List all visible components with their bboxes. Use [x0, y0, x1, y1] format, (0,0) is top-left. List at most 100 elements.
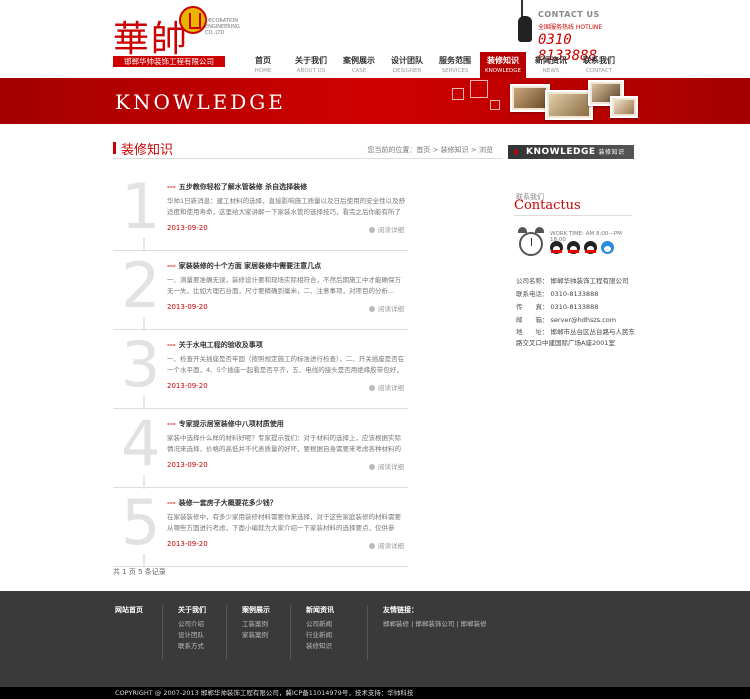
info-label: 联系电话：	[516, 290, 549, 298]
article-summary: 华帅1日新消息：建工材料的选择，直接影响施工质量以及日后使用的安全性以及舒适度和…	[167, 197, 406, 216]
nav-sublabel: SERVICES	[441, 68, 469, 74]
footer-link[interactable]: 公司新闻	[306, 619, 334, 630]
copyright: COPYRIGHT @ 2007-2013 邯郸华帅装饰工程有限公司，冀ICP备…	[0, 687, 750, 699]
read-more-link[interactable]: 阅读详细	[369, 382, 404, 392]
footer-link[interactable]: 行业新闻	[306, 630, 334, 641]
nav-item-news[interactable]: 新闻资讯 NEWS	[528, 52, 574, 78]
read-more-link[interactable]: 阅读详细	[369, 224, 404, 234]
article-title[interactable]: --- 五步教你轻松了解水管装修 杀自选择装修	[167, 182, 307, 192]
info-label: 公司名称：	[516, 277, 549, 285]
nav-label: 设计团队	[391, 56, 423, 65]
title-dash: ---	[167, 341, 176, 349]
article-title[interactable]: --- 装修一套房子大概要花多少钱？	[167, 498, 277, 508]
list-item: 4 --- 专家提示居室装修中八项材质使用 家装中选择什么样的材料好呢？专家提示我…	[113, 409, 408, 489]
nav-sublabel: KNOWLEDGE	[485, 68, 521, 74]
title-marker	[113, 142, 116, 154]
nav-item-contact[interactable]: 联系我们 CONTACT	[576, 52, 622, 78]
nav-item-home[interactable]: 首页 HOME	[240, 52, 286, 78]
nav-sublabel: CONTACT	[585, 68, 613, 74]
nav-sublabel: ABOUT US	[296, 68, 326, 74]
page-banner: KNOWLEDGE	[0, 78, 750, 124]
nav-sublabel: DESIGNER	[392, 68, 422, 74]
msn-icon[interactable]	[601, 241, 614, 254]
footer-link[interactable]: 设计团队	[178, 630, 206, 641]
sidebar-header-subtext: 装修知识	[598, 149, 625, 156]
info-value[interactable]: server@hdhszs.com	[551, 316, 617, 324]
qq-icon[interactable]	[584, 241, 597, 254]
online-service-icons	[550, 241, 618, 254]
title-dash: ---	[167, 183, 176, 191]
info-label: 传 真：	[516, 303, 549, 311]
info-row: 联系电话： 0310-8133888	[516, 288, 640, 301]
footer-col-news: 新闻资讯 公司新闻 行业新闻 装修知识	[290, 605, 334, 660]
title-dash: ---	[167, 420, 176, 428]
interior-photo	[510, 84, 550, 112]
footer-heading[interactable]: 案例展示	[242, 605, 270, 615]
pagination-info: 共 1 页 5 条记录	[113, 568, 166, 576]
footer-link[interactable]: 联系方式	[178, 641, 206, 652]
article-list: 1 --- 五步教你轻松了解水管装修 杀自选择装修 华帅1日新消息：建工材料的选择…	[113, 170, 408, 568]
article-title-text: 关于水电工程的验收及事项	[178, 341, 263, 349]
sidebar-header-text: KNOWLEDGE	[526, 147, 596, 157]
nav-item-case[interactable]: 案例展示 CASE	[336, 52, 382, 78]
contact-heading-en: Contactus	[514, 198, 581, 213]
nav-item-services[interactable]: 服务范围 SERVICES	[432, 52, 478, 78]
banner-deco-square	[490, 100, 500, 110]
article-title[interactable]: --- 关于水电工程的验收及事项	[167, 340, 263, 350]
hotline-box: CONTACT US 全国服务热线 HOTLINE 0310 8133888	[518, 0, 638, 64]
footer-heading[interactable]: 网站首页	[115, 605, 143, 615]
interior-photo	[545, 90, 593, 120]
info-value: 0310-8133888	[550, 290, 599, 298]
divider	[226, 605, 227, 660]
banner-deco-square	[470, 80, 488, 98]
nav-item-about[interactable]: 关于我们 ABOUT US	[288, 52, 334, 78]
title-dash: ---	[167, 499, 176, 507]
read-more-link[interactable]: 阅读详细	[369, 303, 404, 313]
friend-links[interactable]: 邯郸装修 | 邯郸装饰公司 | 邯郸装修	[383, 619, 487, 630]
logo-text: 華帥	[113, 19, 190, 60]
footer-heading[interactable]: 新闻资讯	[306, 605, 334, 615]
article-date: 2013-09-20	[167, 461, 208, 469]
footer-heading[interactable]: 关于我们	[178, 605, 206, 615]
read-more-link[interactable]: 阅读详细	[369, 461, 404, 471]
breadcrumb[interactable]: 您当前的位置：首页 > 装修知识 > 浏览	[367, 145, 493, 155]
article-title[interactable]: --- 家装装修的十个方面 家居装修中需要注意几点	[167, 261, 321, 271]
list-item: 2 --- 家装装修的十个方面 家居装修中需要注意几点 一、测量要准确无误，装修设…	[113, 251, 408, 331]
article-number: 5	[121, 486, 161, 568]
footer-link[interactable]: 公司介绍	[178, 619, 206, 630]
info-value: 0310-8133888	[550, 303, 599, 311]
article-summary: 一、测量要准确无误，装修设计要和现场实际相符合，不然后期施工中才能确保万无一失，…	[167, 276, 401, 295]
page-title: 装修知识	[121, 143, 174, 158]
company-name-bar: 邯郸华帅装饰工程有限公司	[113, 56, 225, 67]
nav-item-knowledge[interactable]: 装修知识 KNOWLEDGE	[480, 52, 526, 78]
sidebar: KNOWLEDGE 装修知识 联系我们 Contactus WORK TIME: …	[508, 145, 635, 347]
info-row: 邮 箱： server@hdhszs.com	[516, 314, 640, 327]
footer-link[interactable]: 工装案例	[242, 619, 270, 630]
article-summary: 一、检查开关插座是否牢固（按照规定施工的标准进行检查），二、开关插座是否在一个水…	[167, 355, 405, 374]
nav-label: 案例展示	[343, 56, 375, 65]
title-dash: ---	[167, 262, 176, 270]
footer-link[interactable]: 家装案例	[242, 630, 270, 641]
article-title[interactable]: --- 专家提示居室装修中八项材质使用	[167, 419, 284, 429]
article-number: 1	[121, 170, 161, 252]
read-more-link[interactable]: 阅读详细	[369, 540, 404, 550]
hotline-label: 全国服务热线 HOTLINE	[538, 24, 603, 31]
article-number: 3	[121, 328, 161, 410]
qq-icon[interactable]	[550, 241, 563, 254]
logo[interactable]: 華帥 DECORATION ENGINEERING CO.,LTD 邯郸华帅装饰…	[113, 6, 240, 68]
list-item: 3 --- 关于水电工程的验收及事项 一、检查开关插座是否牢固（按照规定施工的标准…	[113, 328, 408, 410]
sidebar-knowledge-header[interactable]: KNOWLEDGE 装修知识	[508, 145, 634, 159]
list-item: 1 --- 五步教你轻松了解水管装修 杀自选择装修 华帅1日新消息：建工材料的选择…	[113, 170, 408, 252]
footer-col-links: 友情链接： 邯郸装修 | 邯郸装饰公司 | 邯郸装修	[367, 605, 487, 660]
nav-sublabel: HOME	[254, 68, 272, 74]
list-item: 5 --- 装修一套房子大概要花多少钱？ 在家装装修中，有多少家用装修材料需要你来…	[113, 486, 408, 568]
qq-icon[interactable]	[567, 241, 580, 254]
site-header: 華帥 DECORATION ENGINEERING CO.,LTD 邯郸华帅装饰…	[0, 0, 750, 78]
footer-link[interactable]: 装修知识	[306, 641, 334, 652]
article-title-text: 装修一套房子大概要花多少钱？	[178, 499, 277, 507]
nav-sublabel: CASE	[351, 68, 367, 74]
nav-label: 装修知识	[487, 56, 519, 65]
nav-item-designer[interactable]: 设计团队 DESIGNER	[384, 52, 430, 78]
nav-label: 服务范围	[439, 56, 471, 65]
alarm-clock-icon	[518, 227, 544, 259]
